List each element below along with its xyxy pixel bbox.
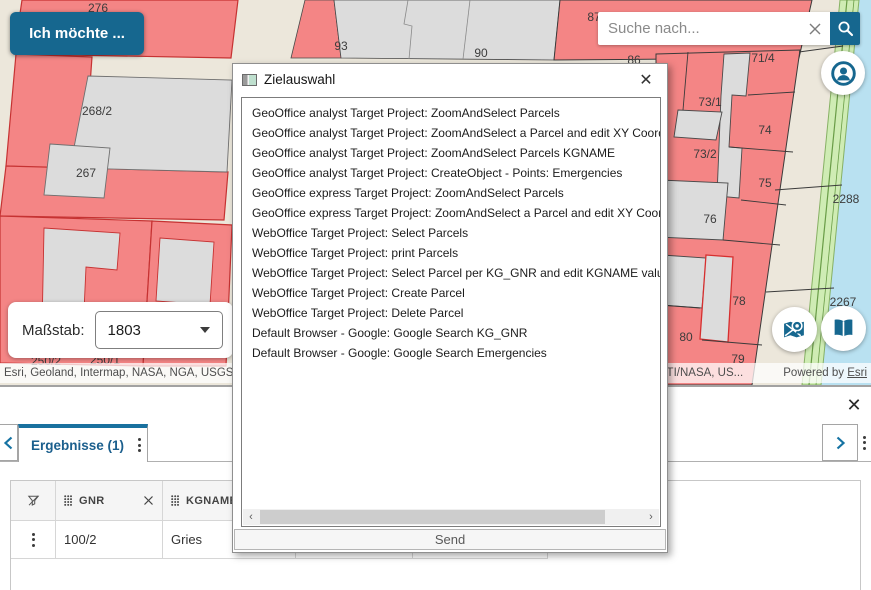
parcel-label: 73/2 [693, 147, 717, 161]
panel-close-button[interactable]: ✕ [843, 394, 865, 416]
list-item[interactable]: GeoOffice analyst Target Project: ZoomAn… [242, 123, 660, 143]
scrollbar-thumb[interactable] [260, 510, 605, 524]
chevron-left-icon [3, 436, 14, 450]
scale-panel: Maßstab: 1803 [8, 302, 233, 358]
tabs-scroll-left-button[interactable] [0, 424, 18, 461]
search-bar [598, 12, 860, 45]
send-button[interactable]: Send [234, 529, 666, 550]
list-item[interactable]: GeoOffice analyst Target Project: ZoomAn… [242, 143, 660, 163]
legend-button[interactable] [821, 306, 866, 351]
parcel-label: 2288 [833, 192, 860, 206]
list-item[interactable]: WebOffice Target Project: print Parcels [242, 243, 660, 263]
clear-x-icon [808, 22, 822, 36]
window-icon [242, 74, 257, 86]
parcel-label: 90 [474, 46, 488, 60]
parcel-label: 71/4 [751, 51, 775, 65]
search-clear-button[interactable] [800, 12, 830, 45]
column-label: KGNAME [186, 495, 237, 507]
parcel-label: 268/2 [82, 104, 112, 118]
tab-ergebnisse[interactable]: Ergebnisse (1) [18, 424, 148, 462]
powered-by: Powered by Esri [783, 367, 867, 379]
filter-header-cell[interactable] [11, 481, 56, 521]
cell-gnr[interactable]: 100/2 [56, 521, 163, 559]
parcel-label: 73/1 [698, 95, 722, 109]
target-list[interactable]: GeoOffice analyst Target Project: ZoomAn… [241, 97, 661, 527]
parcel-label: 78 [732, 294, 746, 308]
search-button[interactable] [830, 12, 860, 45]
map-parcels-gray-middle [334, 0, 560, 60]
list-item[interactable]: WebOffice Target Project: Delete Parcel [242, 303, 660, 323]
scroll-left-arrow[interactable]: ‹ [243, 509, 259, 525]
account-button[interactable] [821, 51, 865, 95]
row-menu-icon [32, 533, 35, 547]
parcel-label: 76 [703, 212, 717, 226]
parcel-label: 74 [758, 123, 772, 137]
scale-value: 1803 [108, 322, 141, 339]
tab-label: Ergebnisse (1) [31, 438, 138, 453]
search-input[interactable] [598, 12, 800, 45]
search-icon [837, 20, 854, 37]
dialog-title-bar[interactable]: Zielauswahl ✕ [233, 64, 667, 95]
kebab-icon [863, 436, 866, 450]
map-pin-icon [782, 317, 807, 342]
parcel-label: 267 [76, 166, 96, 180]
list-item[interactable]: WebOffice Target Project: Create Parcel [242, 283, 660, 303]
zielauswahl-dialog: Zielauswahl ✕ GeoOffice analyst Target P… [232, 63, 668, 553]
map-tools-button[interactable] [772, 307, 817, 352]
parcel-label: 93 [334, 39, 348, 53]
account-icon [830, 60, 857, 87]
list-item[interactable]: Default Browser - Google: Google Search … [242, 323, 660, 343]
list-item[interactable]: Default Browser - Google: Google Search … [242, 343, 660, 363]
ich-moechte-button[interactable]: Ich möchte ... [10, 12, 144, 55]
list-item[interactable]: WebOffice Target Project: Select Parcel … [242, 263, 660, 283]
scale-dropdown[interactable]: 1803 [95, 311, 223, 349]
drag-handle-icon[interactable] [64, 495, 72, 506]
dialog-close-button[interactable]: ✕ [631, 68, 661, 92]
scroll-right-arrow[interactable]: › [643, 509, 659, 525]
list-item[interactable]: GeoOffice analyst Target Project: ZoomAn… [242, 103, 660, 123]
dialog-title: Zielauswahl [264, 72, 631, 87]
tab-menu-icon[interactable] [138, 438, 141, 452]
chevron-down-icon [200, 327, 210, 333]
list-item[interactable]: WebOffice Target Project: Select Parcels [242, 223, 660, 243]
list-item[interactable]: GeoOffice analyst Target Project: Create… [242, 163, 660, 183]
horizontal-scrollbar[interactable]: ‹ › [243, 509, 659, 525]
column-header-gnr[interactable]: GNR [56, 481, 163, 521]
powered-by-text: Powered by [783, 367, 847, 379]
tabs-scroll-right-button[interactable] [822, 424, 858, 461]
filter-clear-icon [26, 493, 41, 508]
parcel-label: 75 [758, 176, 772, 190]
app-window: 276 93 90 87 86 71/4 268/2 267 73/1 74 7… [0, 0, 871, 590]
drag-handle-icon[interactable] [171, 495, 179, 506]
row-menu-cell[interactable] [11, 521, 56, 559]
column-label: GNR [79, 495, 105, 507]
scale-label: Maßstab: [22, 322, 85, 339]
remove-column-button[interactable] [143, 495, 154, 506]
chevron-right-icon [835, 436, 846, 450]
close-icon [143, 495, 154, 506]
parcel-label: 80 [679, 330, 693, 344]
open-book-icon [831, 316, 856, 341]
esri-link[interactable]: Esri [847, 367, 867, 379]
panel-menu-button[interactable] [857, 424, 871, 461]
list-item[interactable]: GeoOffice express Target Project: ZoomAn… [242, 183, 660, 203]
attribution-text-left: Esri, Geoland, Intermap, NASA, NGA, USGS… [4, 367, 251, 379]
list-item[interactable]: GeoOffice express Target Project: ZoomAn… [242, 203, 660, 223]
